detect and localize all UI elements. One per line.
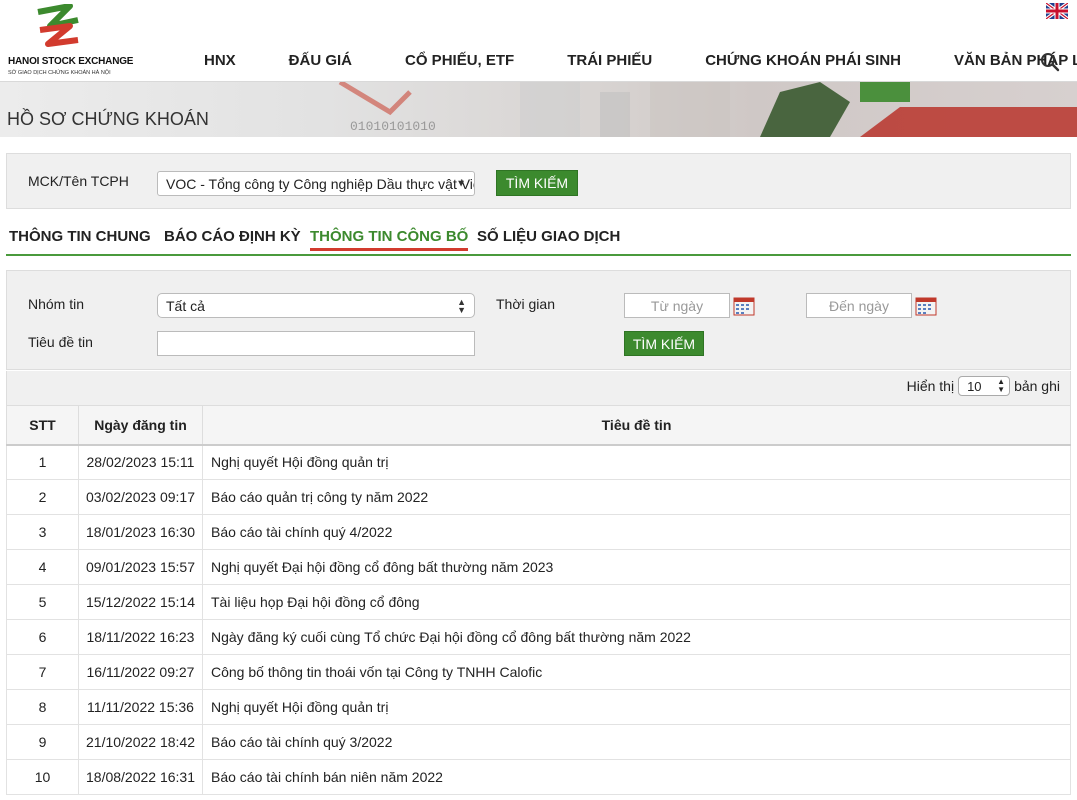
group-select-value: Tất cả xyxy=(166,297,205,314)
row-title-link[interactable]: Báo cáo tài chính quý 3/2022 xyxy=(202,724,1071,760)
nav-item-phai-sinh[interactable]: CHỨNG KHOÁN PHÁI SINH xyxy=(705,52,901,69)
tab-so-lieu-giao-dich[interactable]: SỐ LIỆU GIAO DỊCH xyxy=(477,228,620,248)
row-index: 7 xyxy=(6,654,79,690)
row-title-link[interactable]: Nghị quyết Đại hội đồng cổ đông bất thườ… xyxy=(202,549,1071,585)
stock-search-panel: MCK/Tên TCPH VOC - Tổng công ty Công ngh… xyxy=(6,153,1071,209)
row-title-link[interactable]: Nghị quyết Hội đồng quản trị xyxy=(202,444,1071,480)
row-index: 6 xyxy=(6,619,79,655)
row-index: 10 xyxy=(6,759,79,795)
row-date: 16/11/2022 09:27 xyxy=(78,654,203,690)
dropdown-arrow-icon: ▼ xyxy=(456,178,466,189)
main-nav: HNX ĐẤU GIÁ CỔ PHIẾU, ETF TRÁI PHIẾU CHỨ… xyxy=(190,52,1077,69)
page-title: HỒ SƠ CHỨNG KHOÁN xyxy=(7,109,209,129)
row-index: 3 xyxy=(6,514,79,550)
row-date: 18/11/2022 16:23 xyxy=(78,619,203,655)
logo-title: HANOI STOCK EXCHANGE xyxy=(8,56,134,67)
row-date: 28/02/2023 15:11 xyxy=(78,444,203,480)
table-row: 8 11/11/2022 15:36 Nghị quyết Hội đồng quả… xyxy=(6,689,1071,725)
from-date-input[interactable]: Từ ngày xyxy=(624,293,730,318)
tab-bar: THÔNG TIN CHUNG BÁO CÁO ĐỊNH KỲ THÔNG TI… xyxy=(6,228,1071,256)
column-header-stt: STT xyxy=(6,405,79,446)
nav-item-dau-gia[interactable]: ĐẤU GIÁ xyxy=(289,52,352,69)
page-banner: 01010101010 HỒ SƠ CHỨNG KHOÁN xyxy=(0,82,1077,137)
row-index: 5 xyxy=(6,584,79,620)
table-row: 9 21/10/2022 18:42 Báo cáo tài chính quý 3… xyxy=(6,724,1071,760)
row-index: 4 xyxy=(6,549,79,585)
stock-select-value: VOC - Tổng công ty Công nghiệp Dầu thực … xyxy=(166,175,474,192)
show-label: Hiển thị xyxy=(906,378,955,394)
row-index: 8 xyxy=(6,689,79,725)
records-label: bản ghi xyxy=(1014,378,1060,394)
stock-search-button[interactable]: TÌM KIẾM xyxy=(496,170,578,196)
row-date: 09/01/2023 15:57 xyxy=(78,549,203,585)
group-select[interactable]: Tất cả ▲ ▼ xyxy=(157,293,475,318)
table-row: 4 09/01/2023 15:57 Nghị quyết Đại hội đồng… xyxy=(6,549,1071,585)
row-title-link[interactable]: Tài liệu họp Đại hội đồng cổ đông xyxy=(202,584,1071,620)
search-icon[interactable] xyxy=(1040,52,1060,72)
page-size-select[interactable]: 10 ▲ ▼ xyxy=(958,376,1011,396)
hnx-logo[interactable]: HANOI STOCK EXCHANGE SỞ GIAO DỊCH CHỨNG … xyxy=(6,4,133,78)
table-row: 2 03/02/2023 09:17 Báo cáo quản trị công t… xyxy=(6,479,1071,515)
tab-thong-tin-chung[interactable]: THÔNG TIN CHUNG xyxy=(9,228,151,248)
row-date: 15/12/2022 15:14 xyxy=(78,584,203,620)
row-title-link[interactable]: Báo cáo tài chính bán niên năm 2022 xyxy=(202,759,1071,795)
title-label: Tiêu đề tin xyxy=(28,334,93,350)
nav-item-hnx[interactable]: HNX xyxy=(204,52,236,69)
tab-bao-cao-dinh-ky[interactable]: BÁO CÁO ĐỊNH KỲ xyxy=(164,228,301,248)
group-label: Nhóm tin xyxy=(28,296,85,312)
title-input[interactable] xyxy=(157,331,475,356)
from-date-placeholder: Từ ngày xyxy=(650,297,704,314)
hnx-logo-icon xyxy=(37,4,79,47)
row-title-link[interactable]: Báo cáo quản trị công ty năm 2022 xyxy=(202,479,1071,515)
nav-item-co-phieu[interactable]: CỔ PHIẾU, ETF xyxy=(405,52,514,69)
row-index: 1 xyxy=(6,444,79,480)
row-title-link[interactable]: Ngày đăng ký cuối cùng Tổ chức Đại hội đ… xyxy=(202,619,1071,655)
logo-subtitle: SỞ GIAO DỊCH CHỨNG KHOÁN HÀ NỘI xyxy=(8,70,111,76)
row-index: 9 xyxy=(6,724,79,760)
to-date-input[interactable]: Đến ngày xyxy=(806,293,912,318)
table-row: 5 15/12/2022 15:14 Tài liệu họp Đại hội đồ… xyxy=(6,584,1071,620)
stock-select[interactable]: VOC - Tổng công ty Công nghiệp Dầu thực … xyxy=(157,171,475,196)
news-table: STT Ngày đăng tin Tiêu đề tin 1 28/02/202… xyxy=(6,405,1071,795)
row-date: 21/10/2022 18:42 xyxy=(78,724,203,760)
svg-text:01010101010: 01010101010 xyxy=(350,119,436,134)
stock-label: MCK/Tên TCPH xyxy=(28,173,129,189)
row-date: 11/11/2022 15:36 xyxy=(78,689,203,725)
to-date-placeholder: Đến ngày xyxy=(829,297,889,314)
row-title-link[interactable]: Báo cáo tài chính quý 4/2022 xyxy=(202,514,1071,550)
column-header-title: Tiêu đề tin xyxy=(202,405,1071,446)
table-row: 10 18/08/2022 16:31 Báo cáo tài chính bán … xyxy=(6,759,1071,795)
filter-search-button[interactable]: TÌM KIẾM xyxy=(624,331,704,356)
site-header: HANOI STOCK EXCHANGE SỞ GIAO DỊCH CHỨNG … xyxy=(0,0,1077,82)
row-index: 2 xyxy=(6,479,79,515)
row-date: 03/02/2023 09:17 xyxy=(78,479,203,515)
row-date: 18/01/2023 16:30 xyxy=(78,514,203,550)
table-row: 7 16/11/2022 09:27 Công bố thông tin thoái… xyxy=(6,654,1071,690)
row-title-link[interactable]: Nghị quyết Hội đồng quản trị xyxy=(202,689,1071,725)
table-row: 3 18/01/2023 16:30 Báo cáo tài chính quý 4… xyxy=(6,514,1071,550)
table-toolbar: Hiển thị 10 ▲ ▼ bản ghi xyxy=(6,371,1071,405)
tab-thong-tin-cong-bo[interactable]: THÔNG TIN CÔNG BỐ xyxy=(310,228,469,251)
news-filter-panel: Nhóm tin Tất cả ▲ ▼ Thời gian Từ ngày Đến… xyxy=(6,270,1071,370)
time-label: Thời gian xyxy=(496,296,555,312)
calendar-icon[interactable] xyxy=(915,296,937,316)
updown-arrow-icon: ▲ ▼ xyxy=(457,296,466,315)
column-header-date: Ngày đăng tin xyxy=(78,405,203,446)
nav-item-trai-phieu[interactable]: TRÁI PHIẾU xyxy=(567,52,652,69)
calendar-icon[interactable] xyxy=(733,296,755,316)
uk-flag-icon[interactable] xyxy=(1046,3,1068,19)
row-title-link[interactable]: Công bố thông tin thoái vốn tại Công ty … xyxy=(202,654,1071,690)
updown-arrow-icon: ▲ ▼ xyxy=(997,377,1006,394)
table-header-row: STT Ngày đăng tin Tiêu đề tin xyxy=(6,405,1071,446)
table-row: 6 18/11/2022 16:23 Ngày đăng ký cuối cùng … xyxy=(6,619,1071,655)
page-size-control: Hiển thị 10 ▲ ▼ bản ghi xyxy=(907,376,1060,396)
row-date: 18/08/2022 16:31 xyxy=(78,759,203,795)
table-row: 1 28/02/2023 15:11 Nghị quyết Hội đồng quả… xyxy=(6,444,1071,480)
page-size-value: 10 xyxy=(967,378,982,394)
